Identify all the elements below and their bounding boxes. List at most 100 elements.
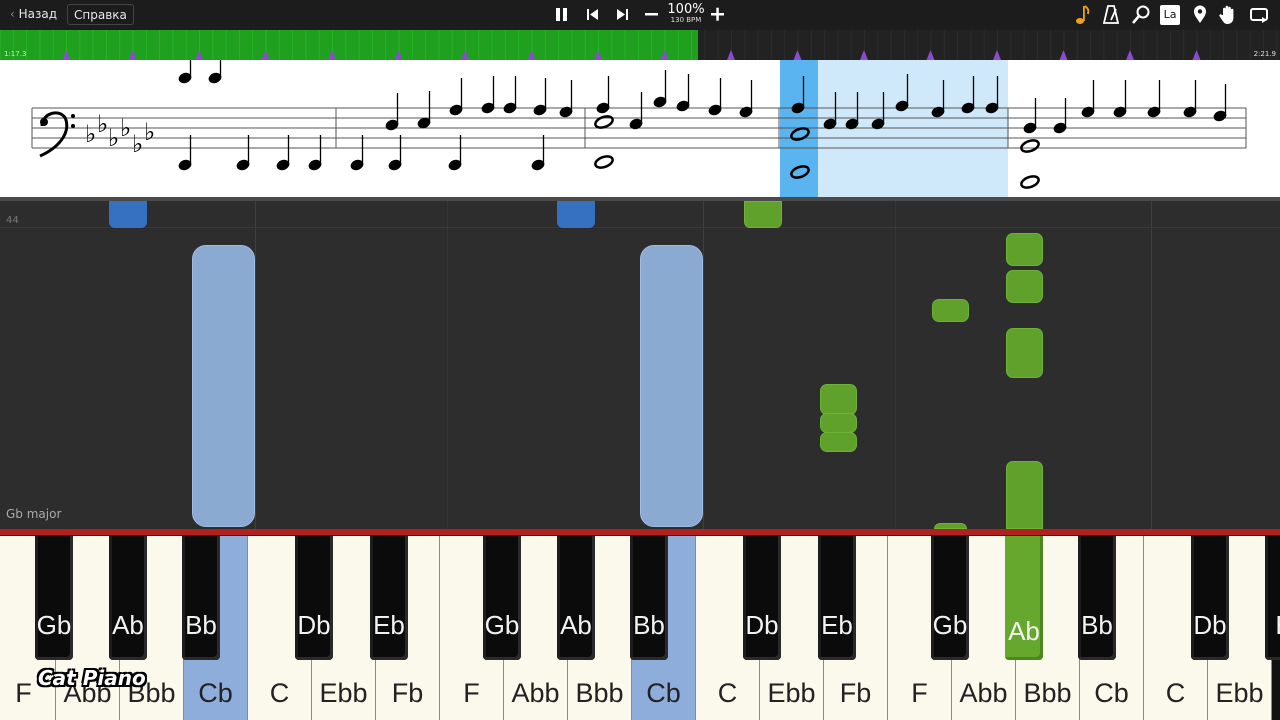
- back-chevron-icon: ‹: [10, 7, 19, 21]
- metronome-icon[interactable]: [1101, 0, 1121, 30]
- timeline-marker: [128, 50, 137, 60]
- black-key-label: Gb: [36, 610, 72, 640]
- timeline-marker: [1126, 50, 1134, 60]
- note-head: [594, 115, 614, 129]
- note-head: [594, 155, 614, 169]
- tempo-bpm: 130 BPM: [670, 16, 702, 24]
- black-key-label: Ab: [560, 610, 592, 640]
- total-time: 2:21.9: [1253, 50, 1276, 58]
- piano-roll: 44 Gb major: [0, 201, 1280, 529]
- sheet-music[interactable]: ♭ ♭ ♭ ♭ ♭ ♭: [0, 60, 1280, 197]
- black-key[interactable]: Gb: [35, 536, 73, 660]
- pause-icon[interactable]: [552, 0, 572, 30]
- timeline-marker: [328, 50, 336, 60]
- black-key-label: Bb: [633, 610, 665, 640]
- timeline-marker: [860, 50, 868, 60]
- black-key-label: Db: [745, 610, 779, 640]
- svg-text:♭: ♭: [85, 120, 96, 148]
- falling-note-right-hand: [1006, 233, 1043, 266]
- zoom-readout: 100% 130 BPM: [666, 3, 706, 25]
- measure-line: [1151, 201, 1152, 529]
- score-notes: [178, 60, 1227, 189]
- black-key[interactable]: Gb: [483, 536, 521, 660]
- black-key[interactable]: Db: [1191, 536, 1229, 660]
- svg-text:♭: ♭: [132, 130, 143, 158]
- row-line: [0, 227, 1280, 228]
- timeline-marker: [926, 50, 935, 60]
- loop-icon[interactable]: [1248, 0, 1270, 30]
- measure-number: 44: [6, 215, 19, 226]
- black-key[interactable]: Ab: [1005, 536, 1043, 660]
- measure-line: [703, 201, 704, 529]
- black-key[interactable]: Eb: [818, 536, 856, 660]
- key-signature-label: Gb major: [6, 507, 62, 521]
- white-key-label: Ebb: [1215, 678, 1264, 708]
- note-head: [1020, 175, 1040, 189]
- note-icon[interactable]: [1072, 0, 1092, 30]
- watermark-logo: Cat Piano: [38, 666, 146, 690]
- skip-forward-icon[interactable]: [612, 0, 632, 30]
- timeline-marker: [461, 50, 469, 60]
- plus-icon[interactable]: [708, 0, 728, 30]
- elapsed-time: 1:17.3: [4, 50, 27, 58]
- falling-note-left-hand: [109, 201, 147, 228]
- falling-note-right-hand: [1006, 461, 1043, 529]
- timeline-marker: [195, 50, 203, 60]
- svg-text:♭: ♭: [97, 110, 108, 138]
- falling-note-right-hand: [932, 299, 969, 322]
- timeline-marker: [727, 50, 735, 60]
- timeline-marker: [62, 50, 70, 60]
- piano-keyboard[interactable]: F Abb Bbb Cb C Ebb Fb F Abb Bbb Cb C Ebb Fb F Abb Bbb Cb C…: [0, 536, 1280, 720]
- falling-note-left-hand: [192, 245, 255, 527]
- toolbar: ‹ Назад Справка 100% 130 BPM La: [0, 0, 1280, 30]
- black-key[interactable]: Gb: [931, 536, 969, 660]
- black-key[interactable]: Db: [743, 536, 781, 660]
- song-timeline[interactable]: 1:17.3 2:21.9: [0, 30, 1280, 60]
- measure-line: [255, 201, 256, 529]
- hand-icon[interactable]: [1218, 0, 1240, 30]
- black-key[interactable]: Ab: [557, 536, 595, 660]
- svg-text:♭: ♭: [108, 124, 119, 152]
- magnifier-icon[interactable]: [1130, 0, 1152, 30]
- black-key[interactable]: Db: [295, 536, 333, 660]
- back-button[interactable]: ‹ Назад: [4, 4, 63, 25]
- timeline-marker: [261, 50, 270, 60]
- black-key-label: Gb: [932, 610, 968, 640]
- black-key-label: Gb: [484, 610, 520, 640]
- timeline-marker: [793, 50, 802, 60]
- minus-icon[interactable]: [642, 0, 662, 30]
- black-key[interactable]: Bb: [182, 536, 220, 660]
- timeline-marker: [1059, 50, 1068, 60]
- svg-text:♭: ♭: [120, 114, 131, 142]
- falling-note-right-hand: [820, 432, 857, 452]
- black-key-label: Bb: [1081, 610, 1113, 640]
- keyboard-top-felt: [0, 529, 1280, 536]
- timeline-measure-markers: [0, 30, 1278, 60]
- beat-line: [895, 201, 896, 529]
- black-key-label: E: [1257, 610, 1280, 641]
- falling-note-right-hand: [1006, 270, 1043, 303]
- bass-clef-icon: [39, 111, 75, 158]
- black-key[interactable]: Ab: [109, 536, 147, 660]
- falling-note-right-hand: [744, 201, 782, 228]
- falling-note-right-hand: [820, 384, 857, 415]
- beat-line: [447, 201, 448, 529]
- timeline-marker: [394, 50, 403, 60]
- falling-note-right-hand: [1006, 328, 1043, 378]
- back-label: Назад: [18, 7, 58, 21]
- label-icon[interactable]: La: [1160, 5, 1180, 25]
- black-key[interactable]: Bb: [630, 536, 668, 660]
- help-button[interactable]: Справка: [67, 4, 134, 25]
- key-signature-flats: ♭ ♭ ♭ ♭♭ ♭: [85, 110, 155, 158]
- pin-icon[interactable]: [1190, 0, 1210, 30]
- falling-note-left-hand: [557, 201, 595, 228]
- black-key[interactable]: Eb: [370, 536, 408, 660]
- falling-note-left-hand: [640, 245, 703, 527]
- black-key[interactable]: Bb: [1078, 536, 1116, 660]
- black-key-label: Eb: [821, 610, 853, 640]
- note-head: [1020, 139, 1040, 153]
- timeline-marker: [660, 50, 669, 60]
- zoom-percent: 100%: [667, 2, 705, 17]
- black-key[interactable]: E: [1265, 536, 1280, 660]
- skip-back-icon[interactable]: [583, 0, 603, 30]
